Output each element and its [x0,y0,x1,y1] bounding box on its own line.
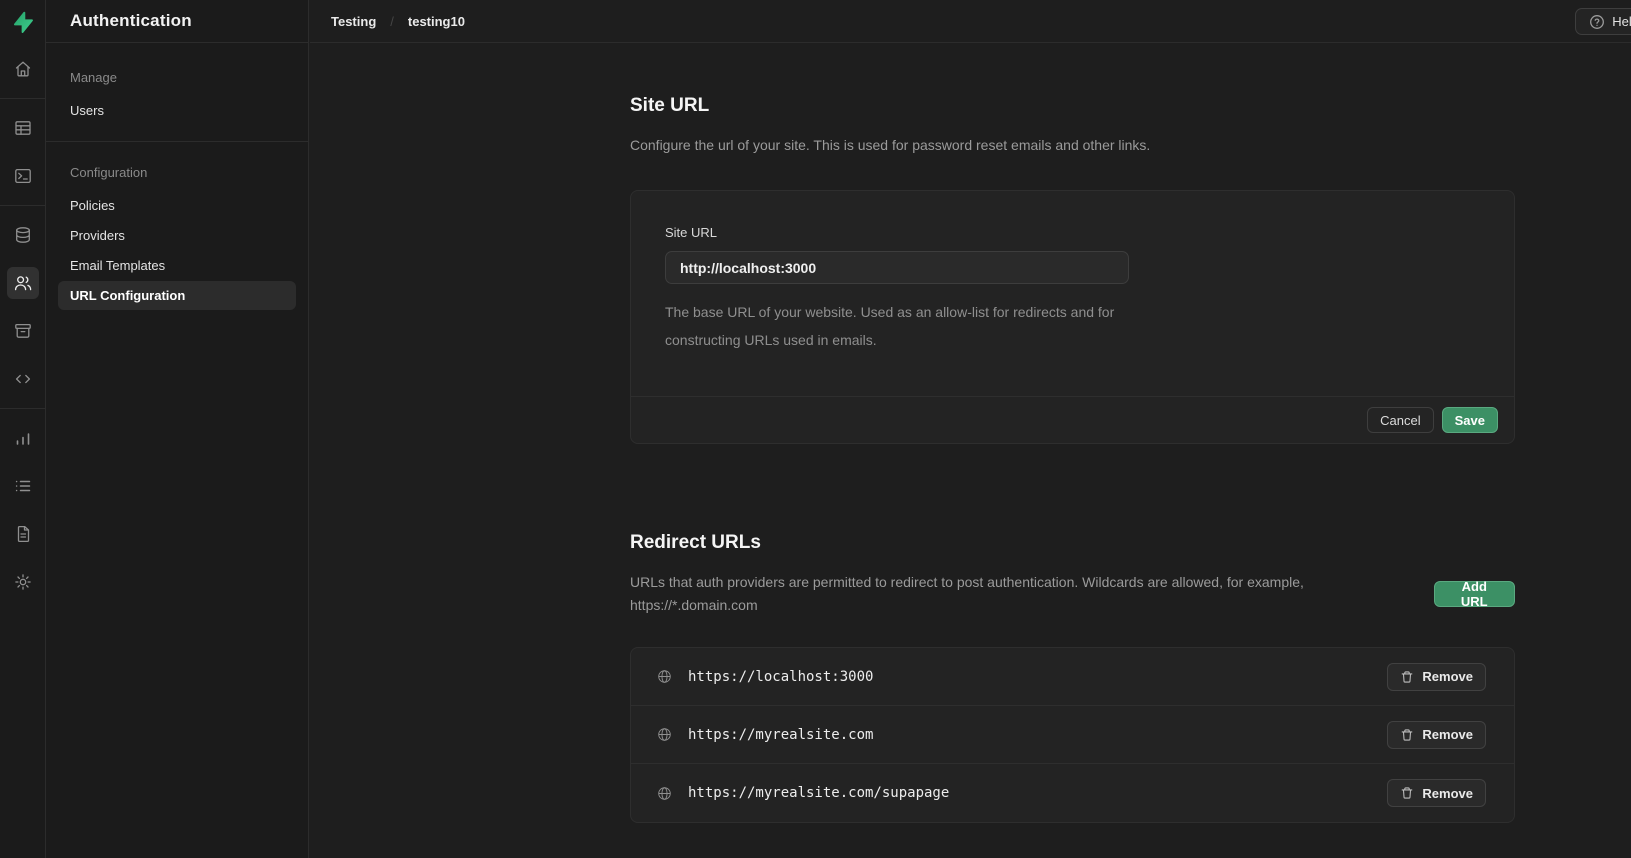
trash-icon [1400,786,1414,800]
site-url-field-help: The base URL of your website. Used as an… [665,298,1170,354]
rail-divider [0,98,46,99]
topbar: Testing / testing10 Help [310,0,1631,43]
sidebar-item-email-templates[interactable]: Email Templates [58,251,296,280]
redirect-urls-section: Redirect URLs URLs that auth providers a… [630,532,1515,858]
list-icon [13,476,33,496]
site-url-section: Site URL Configure the url of your site.… [630,95,1515,444]
redirect-url-row: https://localhost:3000 Remove [631,648,1514,706]
site-url-card-footer: Cancel Save [631,396,1514,443]
table-editor-icon [13,118,33,138]
breadcrumb-separator: / [390,14,394,29]
sidebar-item-users[interactable]: Users [58,96,296,125]
file-icon [13,524,33,544]
supabase-logo[interactable] [0,0,46,45]
remove-url-button[interactable]: Remove [1387,663,1486,691]
globe-icon [656,785,673,802]
database-icon [13,225,33,245]
page-title: Authentication [46,0,308,43]
rail-item-sql-editor[interactable] [7,160,39,192]
site-url-description: Configure the url of your site. This is … [630,134,1515,157]
cancel-button[interactable]: Cancel [1367,407,1433,433]
remove-url-button[interactable]: Remove [1387,721,1486,749]
globe-icon [656,668,673,685]
breadcrumb-org[interactable]: Testing [331,14,376,29]
save-button[interactable]: Save [1442,407,1498,433]
trash-icon [1400,670,1414,684]
redirect-url-row: https://myrealsite.com Remove [631,706,1514,764]
site-url-title: Site URL [630,95,1515,117]
sidebar-item-providers[interactable]: Providers [58,221,296,250]
help-circle-icon [1589,14,1605,30]
globe-icon [656,726,673,743]
redirect-url-value: https://myrealsite.com/supapage [688,785,949,801]
redirect-url-row: https://myrealsite.com/supapage Remove [631,764,1514,822]
main-content: Site URL Configure the url of your site.… [310,43,1631,858]
home-icon [13,59,33,79]
rail-item-docs[interactable] [7,518,39,550]
rail-item-database[interactable] [7,219,39,251]
redirect-urls-description: URLs that auth providers are permitted t… [630,571,1434,617]
site-url-field-label: Site URL [665,225,1480,240]
sidebar-item-policies[interactable]: Policies [58,191,296,220]
icon-rail [0,0,46,858]
site-url-input[interactable] [665,251,1129,284]
rail-item-authentication[interactable] [7,267,39,299]
sidebar-item-url-configuration[interactable]: URL Configuration [58,281,296,310]
sidebar-heading-configuration: Configuration [58,160,296,185]
rail-item-settings[interactable] [7,566,39,598]
redirect-url-value: https://myrealsite.com [688,727,873,743]
rail-item-code[interactable] [7,363,39,395]
rail-divider [0,205,46,206]
remove-label: Remove [1422,786,1473,801]
redirect-urls-title: Redirect URLs [630,532,1515,554]
trash-icon [1400,728,1414,742]
code-icon [13,369,33,389]
storage-icon [13,321,33,341]
gear-icon [13,572,33,592]
auth-sidebar: Authentication Manage Users Configuratio… [46,0,309,858]
supabase-bolt-icon [11,11,34,34]
help-button[interactable]: Help [1575,8,1631,35]
rail-item-storage[interactable] [7,315,39,347]
sidebar-heading-manage: Manage [58,65,296,90]
redirect-url-list: https://localhost:3000 Remove [630,647,1515,823]
remove-url-button[interactable]: Remove [1387,779,1486,807]
help-label: Help [1612,14,1631,29]
rail-item-home[interactable] [7,53,39,85]
rail-item-table-editor[interactable] [7,112,39,144]
remove-label: Remove [1422,727,1473,742]
rail-divider [0,408,46,409]
sql-editor-icon [13,166,33,186]
breadcrumb-project[interactable]: testing10 [408,14,465,29]
redirect-url-value: https://localhost:3000 [688,669,873,685]
bar-chart-icon [13,428,33,448]
add-url-button[interactable]: Add URL [1434,581,1515,607]
sidebar-divider [46,141,308,142]
users-icon [13,273,33,293]
site-url-card: Site URL The base URL of your website. U… [630,190,1515,444]
remove-label: Remove [1422,669,1473,684]
rail-item-logs[interactable] [7,470,39,502]
rail-item-reports[interactable] [7,422,39,454]
